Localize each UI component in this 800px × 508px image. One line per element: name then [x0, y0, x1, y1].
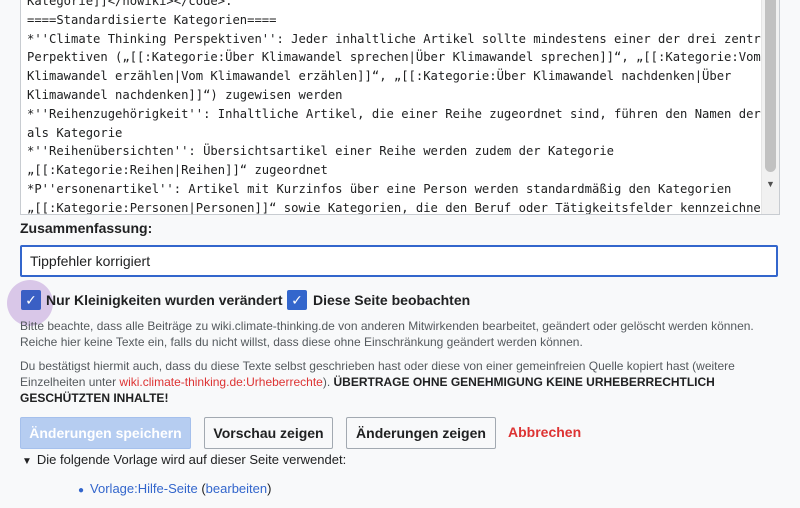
edit-paren-close: )	[267, 481, 272, 496]
template-edit-link[interactable]: bearbeiten	[206, 481, 267, 496]
wikitext-editor[interactable]: Kategorie]]</nowiki></code>. ====Standard…	[20, 0, 780, 215]
copyright-link[interactable]: wiki.climate-thinking.de:Urheberrechte	[119, 375, 322, 389]
editor-line: *''Reihenübersichten'': Übersichtsartike…	[27, 144, 614, 159]
copyright-line: Einzelheiten unter wiki.climate-thinking…	[20, 374, 780, 390]
copyright-line: Du bestätigst hiermit auch, dass du dies…	[20, 359, 735, 373]
template-link[interactable]: Vorlage:Hilfe-Seite	[90, 481, 198, 496]
watch-page-label[interactable]: Diese Seite beobachten	[313, 292, 470, 308]
copyright-warning: ÜBERTRAGE OHNE GENEHMIGUNG KEINE URHEBER…	[333, 375, 715, 389]
editor-line: Klimawandel nachdenken]]“) zugewisen wer…	[27, 87, 343, 102]
scroll-down-arrow-icon[interactable]: ▼	[762, 177, 779, 191]
editor-line: *''Reihenzugehörigkeit'': Inhaltliche Ar…	[27, 106, 761, 121]
templates-toggle-label: Die folgende Vorlage wird auf dieser Sei…	[36, 452, 347, 467]
minor-edit-label[interactable]: Nur Kleinigkeiten wurden verändert	[46, 292, 283, 308]
editor-line: „[[:Kategorie:Personen|Personen]]“ sowie…	[27, 200, 761, 214]
template-list-item: ● Vorlage:Hilfe-Seite (bearbeiten)	[78, 481, 271, 496]
edit-notice-line: Reiche hier keine Texte ein, falls du ni…	[20, 335, 583, 349]
cancel-link[interactable]: Abbrechen	[508, 424, 581, 440]
summary-input[interactable]: Tippfehler korrigiert	[20, 245, 778, 277]
minor-edit-checkbox[interactable]: ✓	[21, 290, 41, 310]
collapse-triangle-icon: ▼	[22, 456, 32, 467]
watch-page-checkbox[interactable]: ✓	[287, 290, 307, 310]
copyright-notice: Du bestätigst hiermit auch, dass du dies…	[20, 358, 780, 406]
editor-line: Perpektiven („[[:Kategorie:Über Klimawan…	[27, 50, 761, 65]
preview-button[interactable]: Vorschau zeigen	[204, 417, 333, 449]
resize-corner[interactable]	[762, 195, 779, 214]
editor-line: ====Standardisierte Kategorien====	[27, 12, 277, 27]
editor-line: „[[:Kategorie:Reihen|Reihen]]“ zugeordne…	[27, 163, 328, 178]
edit-paren-open: (	[197, 481, 206, 496]
bullet-icon: ●	[78, 485, 85, 496]
save-button[interactable]: Änderungen speichern	[20, 417, 191, 449]
editor-scrollbar[interactable]: ▼	[761, 0, 779, 214]
copyright-text: Einzelheiten unter	[20, 375, 120, 389]
editor-line: Kategorie]]</nowiki></code>.	[27, 0, 233, 8]
editor-line: *P''ersonenartikel'': Artikel mit Kurzin…	[27, 181, 732, 196]
editor-line: als Kategorie	[27, 125, 123, 140]
wikitext-content[interactable]: Kategorie]]</nowiki></code>. ====Standard…	[21, 0, 761, 214]
templates-toggle[interactable]: ▼ Die folgende Vorlage wird auf dieser Se…	[22, 452, 346, 467]
copyright-line: GESCHÜTZTEN INHALTE!	[20, 390, 780, 406]
scrollbar-thumb[interactable]	[765, 0, 776, 172]
editor-line: *''Climate Thinking Perspektiven'': Jede…	[27, 31, 761, 46]
editor-line: Klimawandel erzählen|Vom Klimawandel erz…	[27, 69, 732, 84]
copyright-warning: GESCHÜTZTEN INHALTE!	[20, 391, 169, 405]
summary-label: Zusammenfassung:	[20, 220, 153, 236]
edit-notice: Bitte beachte, dass alle Beiträge zu wik…	[20, 318, 754, 350]
copyright-text: ).	[322, 375, 334, 389]
show-changes-button[interactable]: Änderungen zeigen	[346, 417, 496, 449]
edit-notice-line: Bitte beachte, dass alle Beiträge zu wik…	[20, 319, 754, 333]
